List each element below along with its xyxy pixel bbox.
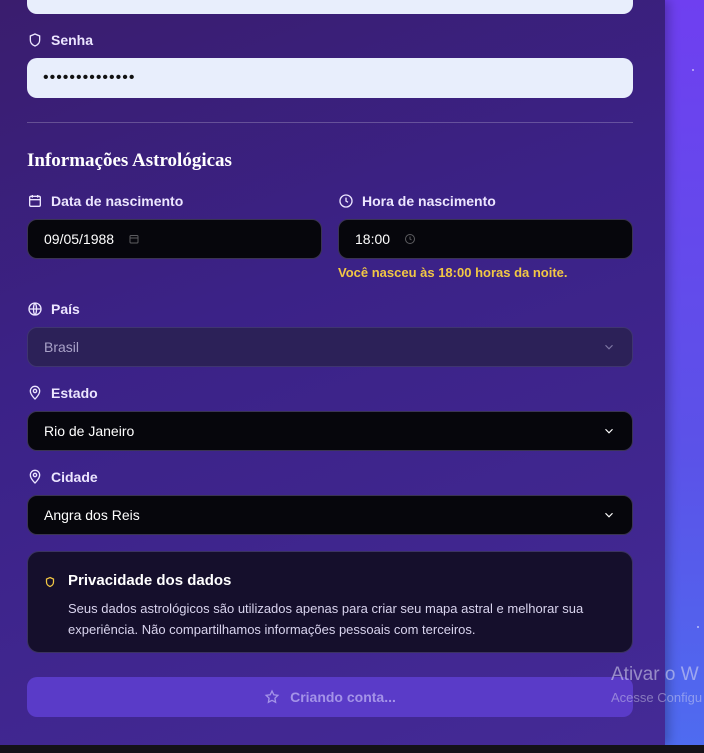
birth-date-label: Data de nascimento bbox=[27, 193, 183, 209]
birth-date-input[interactable]: 09/05/1988 bbox=[27, 219, 322, 259]
previous-input-field[interactable] bbox=[27, 0, 633, 14]
map-pin-icon bbox=[29, 469, 41, 484]
chevron-down-icon bbox=[605, 344, 613, 350]
signup-panel: Senha •••••••••••••• Informações Astroló… bbox=[0, 0, 665, 745]
city-value: Angra dos Reis bbox=[44, 507, 140, 523]
divider bbox=[27, 122, 633, 123]
create-account-button[interactable]: Criando conta... bbox=[27, 677, 633, 717]
globe-icon bbox=[28, 302, 42, 316]
country-label-text: País bbox=[51, 301, 80, 317]
star-decoration bbox=[697, 626, 699, 628]
birth-date-label-text: Data de nascimento bbox=[51, 193, 184, 209]
privacy-title: Privacidade dos dados bbox=[68, 572, 232, 589]
country-select[interactable]: Brasil bbox=[27, 327, 633, 367]
windows-activation-title: Ativar o W bbox=[611, 664, 699, 685]
shield-icon bbox=[29, 33, 41, 47]
star-decoration bbox=[692, 69, 694, 71]
shield-icon bbox=[45, 576, 55, 588]
windows-activation-subtitle: Acesse Configu bbox=[611, 690, 703, 705]
password-field[interactable]: •••••••••••••• bbox=[27, 58, 633, 98]
birth-time-label: Hora de nascimento bbox=[338, 193, 496, 209]
section-title: Informações Astrológicas bbox=[27, 150, 232, 171]
birth-time-input[interactable]: 18:00 bbox=[338, 219, 633, 259]
chevron-down-icon bbox=[605, 428, 613, 434]
calendar-picker-icon[interactable] bbox=[128, 233, 140, 245]
city-label-text: Cidade bbox=[51, 469, 98, 485]
city-label: Cidade bbox=[27, 469, 98, 485]
map-pin-icon bbox=[29, 385, 41, 400]
create-account-label: Criando conta... bbox=[290, 689, 396, 705]
password-label: Senha bbox=[27, 32, 93, 48]
birth-time-note: Você nasceu às 18:00 horas da noite. bbox=[338, 265, 568, 280]
state-value: Rio de Janeiro bbox=[44, 423, 135, 439]
background-strip bbox=[665, 0, 704, 753]
birth-time-value: 18:00 bbox=[355, 231, 391, 247]
state-label: Estado bbox=[27, 385, 98, 401]
country-value: Brasil bbox=[44, 339, 80, 355]
clock-picker-icon[interactable] bbox=[404, 233, 416, 245]
privacy-notice: Privacidade dos dados Seus dados astroló… bbox=[27, 551, 633, 653]
state-label-text: Estado bbox=[51, 385, 98, 401]
country-label: País bbox=[27, 301, 80, 317]
password-label-text: Senha bbox=[51, 32, 94, 48]
privacy-text: Seus dados astrológicos são utilizados a… bbox=[68, 601, 584, 637]
bottom-bar bbox=[0, 745, 704, 753]
chevron-down-icon bbox=[605, 512, 613, 518]
birth-date-value: 09/05/1988 bbox=[44, 231, 115, 247]
star-icon bbox=[264, 689, 280, 704]
birth-time-label-text: Hora de nascimento bbox=[362, 193, 496, 209]
clock-icon bbox=[339, 194, 353, 208]
screen: Senha •••••••••••••• Informações Astroló… bbox=[0, 0, 704, 753]
calendar-icon bbox=[29, 195, 41, 207]
state-select[interactable]: Rio de Janeiro bbox=[27, 411, 633, 451]
city-select[interactable]: Angra dos Reis bbox=[27, 495, 633, 535]
